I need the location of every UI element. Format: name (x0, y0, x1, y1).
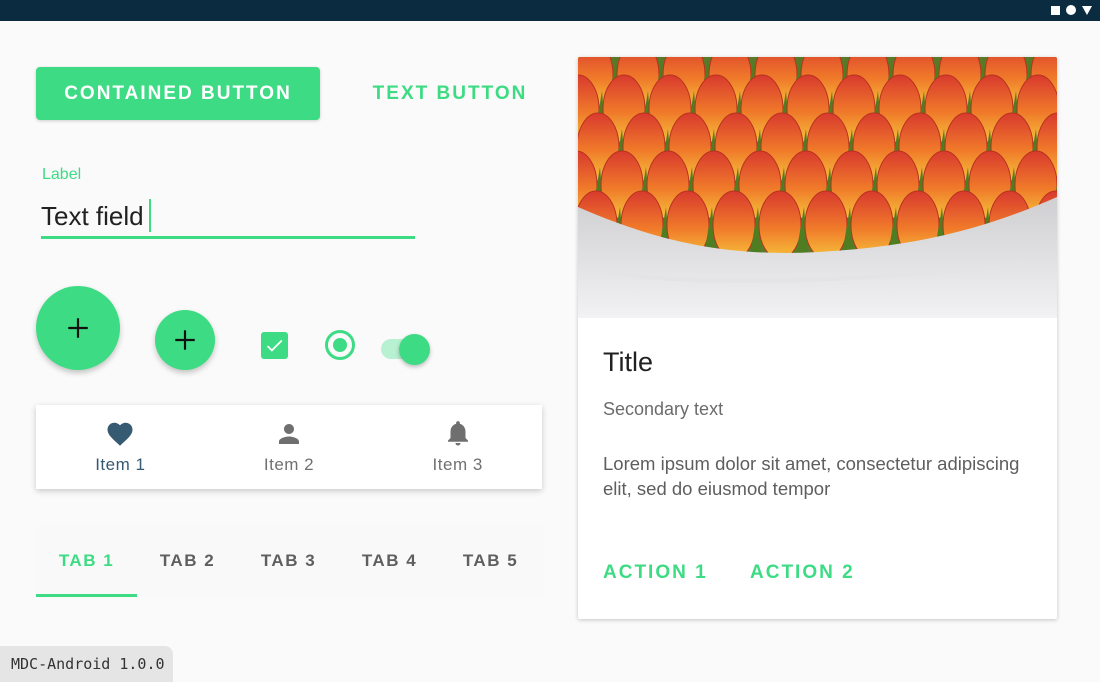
card-title: Title (603, 347, 654, 377)
tab-1[interactable]: TAB 1 (36, 525, 137, 597)
triangle-icon (1082, 5, 1092, 15)
card-media-image (578, 57, 1057, 318)
text-field[interactable] (41, 196, 415, 239)
radio-dot (333, 338, 347, 352)
tab-4[interactable]: TAB 4 (339, 525, 440, 597)
version-label: MDC-Android 1.0.0 (0, 646, 173, 682)
status-bar (0, 0, 1100, 21)
tulip-bud (758, 190, 802, 260)
fab-large[interactable] (36, 286, 120, 370)
card-action-2[interactable]: ACTION 2 (750, 556, 855, 590)
nav-label: Item 3 (432, 455, 483, 474)
radio-button[interactable] (325, 330, 355, 360)
nav-label: Item 2 (263, 455, 315, 474)
checkbox[interactable] (261, 332, 288, 359)
fab-small[interactable] (155, 310, 215, 370)
tulip-bud (804, 190, 848, 260)
plus-icon (175, 330, 195, 350)
check-icon (266, 339, 283, 352)
tab-5[interactable]: TAB 5 (440, 525, 541, 597)
nav-item-1[interactable]: Item 1 (36, 405, 205, 489)
card-body-text: Lorem ipsum dolor sit amet, consectetur … (603, 453, 1020, 499)
switch-thumb[interactable] (399, 334, 430, 365)
card: Title Secondary text Lorem ipsum dolor s… (578, 57, 1057, 619)
tab-2[interactable]: TAB 2 (137, 525, 238, 597)
square-icon (1051, 5, 1060, 15)
person-icon (279, 424, 299, 444)
nav-item-3[interactable]: Item 3 (373, 405, 542, 489)
nav-item-2[interactable]: Item 2 (205, 405, 374, 489)
text-field-label: Label (42, 166, 82, 183)
card-secondary-text: Secondary text (603, 399, 724, 419)
plus-icon (68, 318, 88, 338)
circle-icon (1066, 5, 1076, 15)
nav-label: Item 1 (95, 455, 146, 474)
heart-icon (107, 422, 133, 446)
tab-bar: TAB 1 TAB 2 TAB 3 TAB 4 TAB 5 (36, 525, 544, 597)
contained-button[interactable]: CONTAINED BUTTON (36, 67, 320, 120)
tab-3[interactable]: TAB 3 (238, 525, 339, 597)
bottom-navigation: Item 1 Item 2 Item 3 (36, 405, 542, 489)
text-button[interactable]: TEXT BUTTON (352, 67, 548, 120)
status-icons (1051, 5, 1092, 15)
text-cursor (149, 199, 151, 232)
card-action-1[interactable]: ACTION 1 (603, 556, 708, 590)
bell-icon (447, 421, 468, 446)
